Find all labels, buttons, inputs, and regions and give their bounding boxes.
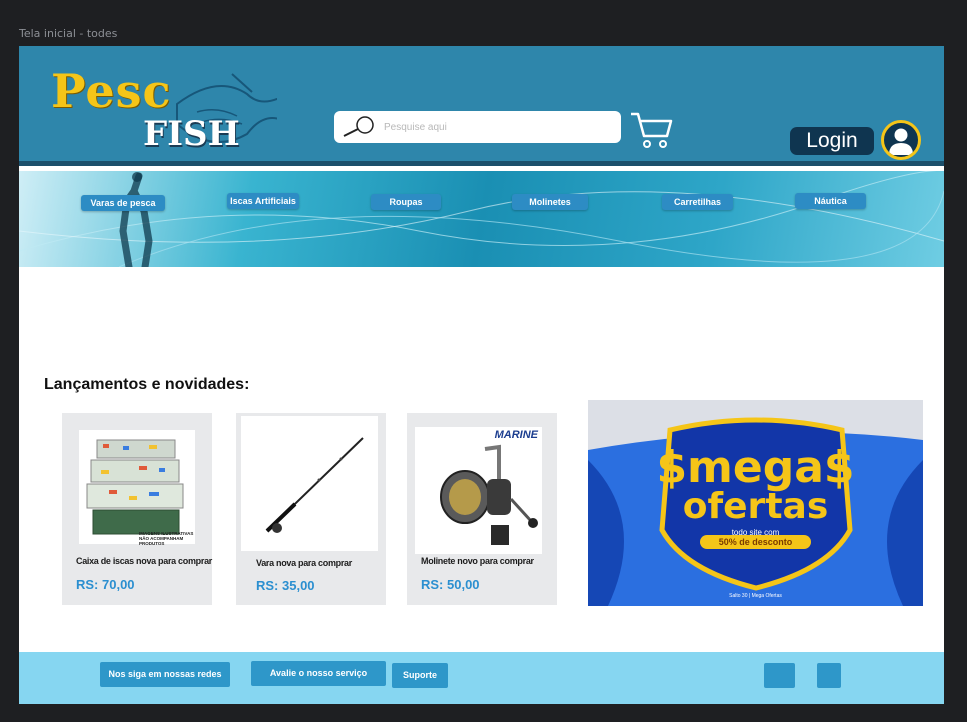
social-icon-2[interactable]: [817, 663, 841, 688]
search-icon[interactable]: [342, 115, 376, 139]
promo-discount: 50% de desconto: [700, 535, 811, 549]
search-input[interactable]: [384, 117, 609, 137]
promo-subtitle: ofertas: [682, 486, 829, 527]
product-name: Vara nova para comprar: [256, 558, 352, 568]
login-button[interactable]: Login: [790, 127, 874, 155]
frame-label: Tela inicial - todes: [19, 27, 118, 40]
product-image-reel: MARINE: [415, 427, 542, 554]
follow-social-button[interactable]: Nos siga em nossas redes: [100, 662, 230, 687]
product-price: RS: 70,00: [76, 577, 135, 592]
home-page: Pesc FISH Login: [19, 46, 944, 704]
section-title: Lançamentos e novidades:: [44, 376, 250, 393]
cart-icon[interactable]: [629, 110, 673, 150]
nav-carretilhas[interactable]: Carretilhas: [662, 194, 733, 210]
product-image-fishing-rod: [241, 416, 378, 551]
fishing-net-background: [19, 171, 944, 267]
product-card[interactable]: IMAGENS ILUSTRATIVAS NÃO ACOMPANHAM PROD…: [62, 413, 212, 605]
mega-ofertas-banner[interactable]: $mega$ ofertas todo site com 50% de desc…: [588, 400, 923, 606]
social-icon-1[interactable]: [764, 663, 795, 688]
image-caption: IMAGENS ILUSTRATIVAS NÃO ACOMPANHAM PROD…: [139, 531, 194, 546]
nav-nautica[interactable]: Náutica: [795, 193, 866, 209]
product-price: RS: 35,00: [256, 578, 315, 593]
user-avatar-icon[interactable]: [881, 120, 921, 160]
product-price: RS: 50,00: [421, 577, 480, 592]
product-name: Caixa de iscas nova para comprar: [76, 556, 212, 566]
brand-label: MARINE: [494, 429, 538, 441]
nav-iscas-artificiais[interactable]: Iscas Artificiais: [227, 193, 299, 209]
product-card[interactable]: MARINE Molinete novo para comprar RS: 50…: [407, 413, 557, 605]
product-image-tackle-box: IMAGENS ILUSTRATIVAS NÃO ACOMPANHAM PROD…: [79, 430, 195, 546]
product-name: Molinete novo para comprar: [421, 556, 534, 566]
logo-word-fish: FISH: [143, 114, 240, 154]
search-bar: [334, 111, 621, 143]
promo-footer: Salto 30 | Mega Ofertas: [729, 593, 782, 599]
product-card[interactable]: Vara nova para comprar RS: 35,00: [236, 413, 386, 605]
category-banner: Varas de pesca Iscas Artificiais Roupas …: [19, 171, 944, 267]
nav-molinetes[interactable]: Molinetes: [512, 194, 588, 210]
logo[interactable]: Pesc FISH: [47, 64, 277, 159]
header: Pesc FISH Login: [19, 46, 944, 166]
logo-word-pesc: Pesc: [51, 64, 172, 118]
nav-roupas[interactable]: Roupas: [371, 194, 441, 210]
support-button[interactable]: Suporte: [392, 663, 448, 688]
nav-varas-de-pesca[interactable]: Varas de pesca: [81, 195, 165, 211]
rate-service-button[interactable]: Avalie o nosso serviço: [251, 661, 386, 686]
